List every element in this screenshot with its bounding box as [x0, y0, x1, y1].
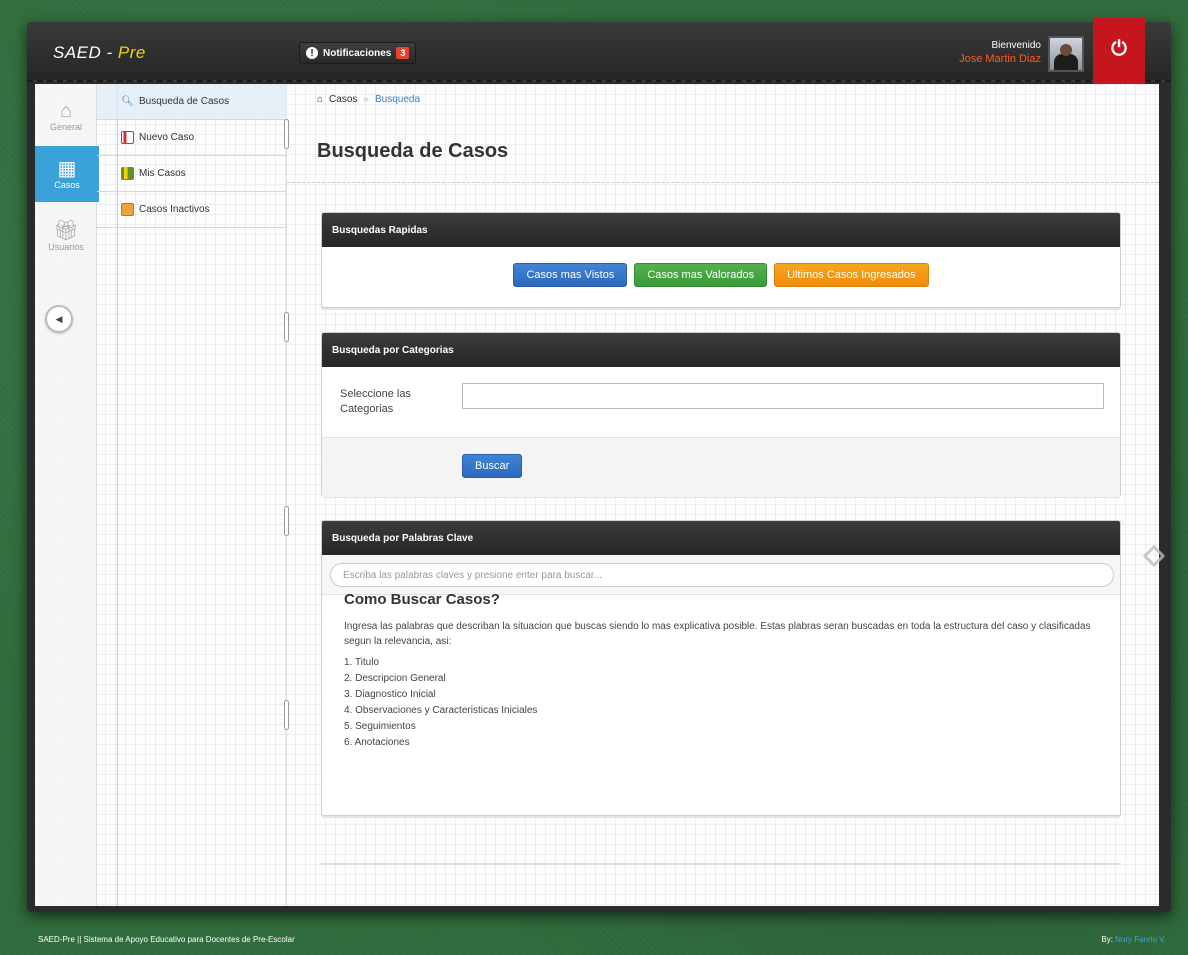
- breadcrumb-root[interactable]: Casos: [329, 94, 357, 105]
- footer-credits: SAED-Pre || Sistema de Apoyo Educativo p…: [38, 935, 295, 944]
- avatar-body: [1054, 54, 1078, 70]
- submenu-item-label: Mis Casos: [139, 168, 186, 179]
- quick-search-buttons: Casos mas Vistos Casos mas Valorados Ult…: [322, 263, 1120, 287]
- home-icon: ⌂: [59, 100, 73, 122]
- footer-by-label: By:: [1101, 935, 1113, 944]
- folder-icon: [121, 203, 134, 216]
- avatar[interactable]: [1048, 36, 1084, 72]
- submenu-item-casos-inactivos[interactable]: Casos Inactivos: [97, 192, 287, 228]
- sidebar-item-general[interactable]: ⌂ General: [35, 88, 97, 144]
- submenu: 🔍︎ Busqueda de Casos ▍ Nuevo Caso ▌ Mis …: [97, 84, 289, 906]
- latest-cases-button[interactable]: Ultimos Casos Ingresados: [774, 263, 929, 287]
- search-button[interactable]: Buscar: [462, 454, 523, 478]
- notifications-count-badge: 3: [396, 47, 410, 59]
- grid-icon: ▦: [57, 158, 77, 180]
- document-icon: ▍: [121, 131, 134, 144]
- footer-author: By: Nury Farelo V.: [1101, 935, 1166, 944]
- user-name[interactable]: Jose Martin Diaz: [959, 53, 1041, 65]
- page-title: Busqueda de Casos: [317, 140, 509, 162]
- submenu-item-label: Casos Inactivos: [139, 204, 210, 215]
- submenu-item-nuevo-caso[interactable]: ▍ Nuevo Caso: [97, 120, 287, 156]
- panel-header: Busqueda por Palabras Clave: [322, 521, 1120, 555]
- categories-input[interactable]: [462, 383, 1104, 409]
- top-bar: SAED - Pre ! Notificaciones 3 Bienvenido…: [27, 18, 1171, 108]
- list-item: 1. Titulo: [344, 657, 380, 668]
- sidebar-item-label: Usuarios: [48, 242, 84, 252]
- brand-accent: Pre: [117, 43, 146, 62]
- keyword-search-bar: Escriba las palabras claves y presione e…: [322, 555, 1120, 595]
- most-rated-button[interactable]: Casos mas Valorados: [634, 263, 768, 287]
- categories-label: Seleccione las Categorias: [340, 388, 411, 415]
- sidebar-item-casos[interactable]: ▦ Casos: [35, 146, 99, 202]
- footer-author-link[interactable]: Nury Farelo V.: [1115, 935, 1166, 944]
- collapse-sidebar-button[interactable]: ◀: [45, 305, 73, 333]
- notifications-label: Notificaciones: [323, 47, 392, 59]
- workspace: ⌂ General ▦ Casos 🎁︎ Usuarios ◀ 🔍︎ Busqu…: [35, 84, 1159, 906]
- brand-main: SAED -: [53, 43, 118, 62]
- content-end-divider: [321, 863, 1121, 865]
- sidebar-item-label: Casos: [54, 180, 80, 190]
- category-form: Seleccione las Categorias Buscar: [322, 367, 1120, 497]
- breadcrumb: ⌂ Casos » Busqueda: [317, 94, 420, 105]
- chevron-left-icon: ◀: [55, 313, 63, 324]
- quick-search-panel: Busquedas Rapidas Casos mas Vistos Casos…: [321, 212, 1121, 308]
- brand-logo[interactable]: SAED - Pre: [53, 43, 146, 63]
- submenu-item-mis-casos[interactable]: ▌ Mis Casos: [97, 156, 287, 192]
- keyword-search-input[interactable]: Escriba las palabras claves y presione e…: [330, 563, 1114, 587]
- book-icon: ▌: [121, 167, 134, 180]
- category-search-panel: Busqueda por Categorias Seleccione las C…: [321, 332, 1121, 497]
- list-item: 2. Descripcion General: [344, 673, 446, 684]
- form-actions: Buscar: [322, 437, 1120, 497]
- list-item: 4. Observaciones y Caracteristicas Inici…: [344, 705, 538, 716]
- help-text: Ingresa las palabras que describan la si…: [344, 621, 1091, 647]
- list-item: 6. Anotaciones: [344, 737, 410, 748]
- welcome-label: Bienvenido: [991, 40, 1041, 51]
- submenu-item-label: Nuevo Caso: [139, 132, 195, 143]
- list-item: 5. Seguimientos: [344, 721, 416, 732]
- sidebar-item-usuarios[interactable]: 🎁︎ Usuarios: [35, 208, 97, 264]
- sidebar-item-label: General: [49, 122, 83, 132]
- breadcrumb-separator: »: [363, 94, 369, 105]
- magnifier-icon: 🔍︎: [121, 96, 134, 107]
- gift-icon: 🎁︎: [53, 220, 79, 242]
- submenu-item-busqueda[interactable]: 🔍︎ Busqueda de Casos: [97, 84, 287, 120]
- icon-sidebar: ⌂ General ▦ Casos 🎁︎ Usuarios ◀: [35, 84, 99, 906]
- most-viewed-button[interactable]: Casos mas Vistos: [513, 263, 628, 287]
- help-title: Como Buscar Casos?: [344, 591, 500, 608]
- keyword-search-panel: Busqueda por Palabras Clave Escriba las …: [321, 520, 1121, 816]
- title-divider: [287, 182, 1159, 183]
- notifications-button[interactable]: ! Notificaciones 3: [299, 42, 417, 64]
- search-fields-list: 1. Titulo 2. Descripcion General 3. Diag…: [344, 655, 537, 751]
- panel-header: Busquedas Rapidas: [322, 213, 1120, 247]
- main-content: ⌂ Casos » Busqueda Busqueda de Casos Bus…: [287, 84, 1159, 906]
- alert-icon: !: [306, 47, 318, 59]
- home-icon: ⌂: [317, 94, 324, 105]
- app-frame: SAED - Pre ! Notificaciones 3 Bienvenido…: [27, 18, 1171, 912]
- panel-header: Busqueda por Categorias: [322, 333, 1120, 367]
- list-item: 3. Diagnostico Inicial: [344, 689, 436, 700]
- breadcrumb-current[interactable]: Busqueda: [375, 94, 420, 105]
- user-greeting: Bienvenido Jose Martin Diaz: [959, 40, 1041, 65]
- avatar-head: [1060, 44, 1072, 56]
- submenu-item-label: Busqueda de Casos: [139, 96, 230, 107]
